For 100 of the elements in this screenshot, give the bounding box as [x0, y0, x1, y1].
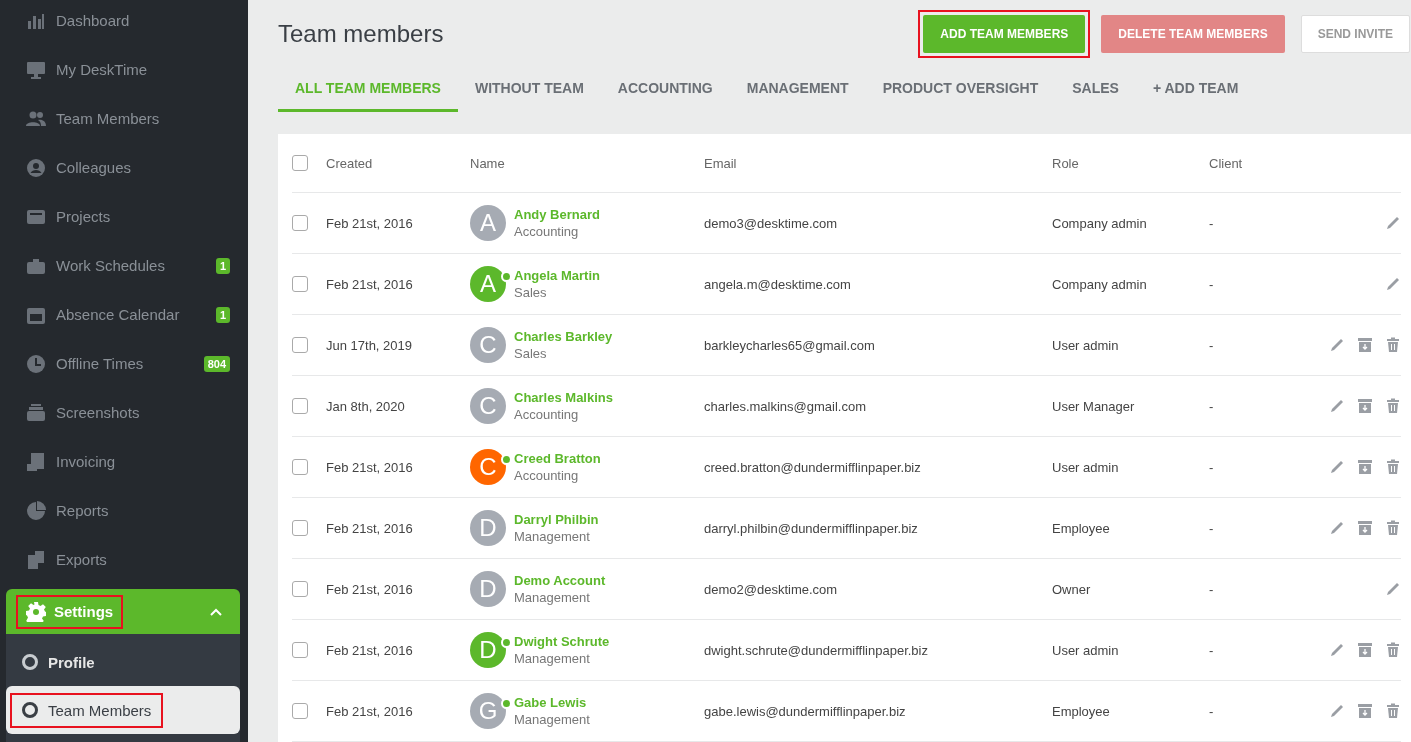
trash-icon[interactable] — [1385, 337, 1401, 353]
member-name-link[interactable]: Creed Bratton — [514, 451, 601, 466]
member-name-link[interactable]: Gabe Lewis — [514, 695, 590, 710]
submenu-item[interactable]: Profile — [6, 638, 240, 686]
member-name-link[interactable]: Darryl Philbin — [514, 512, 599, 527]
pie-icon — [26, 500, 46, 521]
action-button[interactable]: DELETE TEAM MEMBERS — [1101, 14, 1285, 53]
edit-icon[interactable] — [1329, 459, 1345, 475]
sidebar-item[interactable]: Absence Calendar 1 — [0, 290, 248, 339]
column-header: Created — [326, 155, 374, 171]
column-header: Role — [1052, 155, 1080, 171]
member-name-link[interactable]: Charles Malkins — [514, 390, 613, 405]
table-cell-text: - — [1209, 581, 1215, 597]
sidebar-item[interactable]: Dashboard — [0, 0, 248, 45]
column-header: Email — [704, 155, 738, 171]
team-tab[interactable]: MANAGEMENT — [729, 67, 866, 112]
person-icon — [26, 157, 46, 178]
team-name: Management — [514, 590, 591, 605]
table-cell-text: Company admin — [1052, 276, 1148, 292]
edit-icon[interactable] — [1385, 276, 1401, 292]
table-cell-text: Feb 21st, 2016 — [326, 642, 414, 658]
team-tab[interactable]: PRODUCT OVERSIGHT — [865, 67, 1056, 112]
table-cell-text: demo3@desktime.com — [704, 215, 839, 231]
circle-icon — [22, 702, 38, 718]
member-name-link[interactable]: Angela Martin — [514, 268, 600, 283]
sidebar-item[interactable]: Reports — [0, 486, 248, 535]
checkbox[interactable] — [292, 155, 308, 171]
table-cell-text: charles.malkins@gmail.com — [704, 398, 868, 414]
edit-icon[interactable] — [1329, 642, 1345, 658]
table-cell-text: Feb 21st, 2016 — [326, 703, 414, 719]
avatar: C — [470, 388, 506, 424]
table-cell-text: User admin — [1052, 642, 1120, 658]
team-name: Management — [514, 712, 590, 727]
archive-icon[interactable] — [1357, 642, 1373, 658]
checkbox[interactable] — [292, 337, 308, 353]
archive-icon[interactable] — [1357, 520, 1373, 536]
edit-icon[interactable] — [1385, 581, 1401, 597]
table-cell-text: barkleycharles65@gmail.com — [704, 337, 876, 353]
table-cell-text: Feb 21st, 2016 — [326, 581, 414, 597]
sidebar-item[interactable]: Screenshots — [0, 388, 248, 437]
avatar: D — [470, 510, 506, 546]
member-name-link[interactable]: Andy Bernard — [514, 207, 600, 222]
action-button[interactable]: SEND INVITE — [1300, 14, 1410, 53]
avatar: C — [470, 327, 506, 363]
submenu-label: Team Members — [48, 701, 152, 719]
sidebar-item[interactable]: Work Schedules 1 — [0, 241, 248, 290]
edit-icon[interactable] — [1385, 215, 1401, 231]
trash-icon[interactable] — [1385, 459, 1401, 475]
archive-icon[interactable] — [1357, 459, 1373, 475]
sidebar-item[interactable]: Invoicing — [0, 437, 248, 486]
checkbox[interactable] — [292, 703, 308, 719]
table-cell-text: Employee — [1052, 520, 1111, 536]
edit-icon[interactable] — [1329, 520, 1345, 536]
checkbox[interactable] — [292, 459, 308, 475]
table-cell-text: - — [1209, 398, 1215, 414]
page-title: Team members — [278, 19, 444, 48]
sidebar-item[interactable]: Team Members — [0, 94, 248, 143]
action-button[interactable]: ADD TEAM MEMBERS — [923, 14, 1086, 53]
checkbox[interactable] — [292, 520, 308, 536]
sidebar-item[interactable]: My DeskTime — [0, 45, 248, 94]
submenu-item[interactable]: Team Members — [6, 686, 240, 734]
sidebar-item[interactable]: Exports — [0, 535, 248, 584]
archive-icon[interactable] — [1357, 337, 1373, 353]
checkbox[interactable] — [292, 398, 308, 414]
edit-icon[interactable] — [1329, 337, 1345, 353]
checkbox[interactable] — [292, 276, 308, 292]
avatar: A — [470, 266, 506, 302]
checkbox[interactable] — [292, 581, 308, 597]
settings-menu[interactable]: Settings — [6, 589, 240, 634]
edit-icon[interactable] — [1329, 703, 1345, 719]
sidebar-item[interactable]: Projects — [0, 192, 248, 241]
team-tab[interactable]: ACCOUNTING — [600, 67, 730, 112]
table-cell-text: demo2@desktime.com — [704, 581, 839, 597]
archive-icon[interactable] — [1357, 703, 1373, 719]
checkbox[interactable] — [292, 215, 308, 231]
sidebar-item[interactable]: Colleagues — [0, 143, 248, 192]
sidebar-item[interactable]: Offline Times 804 — [0, 339, 248, 388]
team-name: Management — [514, 651, 591, 666]
stack-icon — [26, 402, 46, 423]
team-name: Management — [514, 529, 591, 544]
team-tab[interactable]: WITHOUT TEAM — [457, 67, 601, 112]
team-tab[interactable]: + ADD TEAM — [1135, 67, 1256, 112]
edit-icon[interactable] — [1329, 398, 1345, 414]
checkbox[interactable] — [292, 642, 308, 658]
team-tab[interactable]: SALES — [1055, 67, 1136, 112]
column-header: Client — [1209, 155, 1244, 171]
table-cell-text: Feb 21st, 2016 — [326, 520, 414, 536]
table-cell-text: - — [1209, 703, 1215, 719]
trash-icon[interactable] — [1385, 703, 1401, 719]
table-cell-text: - — [1209, 215, 1215, 231]
member-name-link[interactable]: Dwight Schrute — [514, 634, 610, 649]
member-name-link[interactable]: Charles Barkley — [514, 329, 613, 344]
table-cell-text: Owner — [1052, 581, 1092, 597]
trash-icon[interactable] — [1385, 398, 1401, 414]
settings-icon — [26, 601, 46, 622]
trash-icon[interactable] — [1385, 642, 1401, 658]
trash-icon[interactable] — [1385, 520, 1401, 536]
archive-icon[interactable] — [1357, 398, 1373, 414]
table-cell-text: gabe.lewis@dundermifflinpaper.biz — [704, 703, 907, 719]
member-name-link[interactable]: Demo Account — [514, 573, 606, 588]
